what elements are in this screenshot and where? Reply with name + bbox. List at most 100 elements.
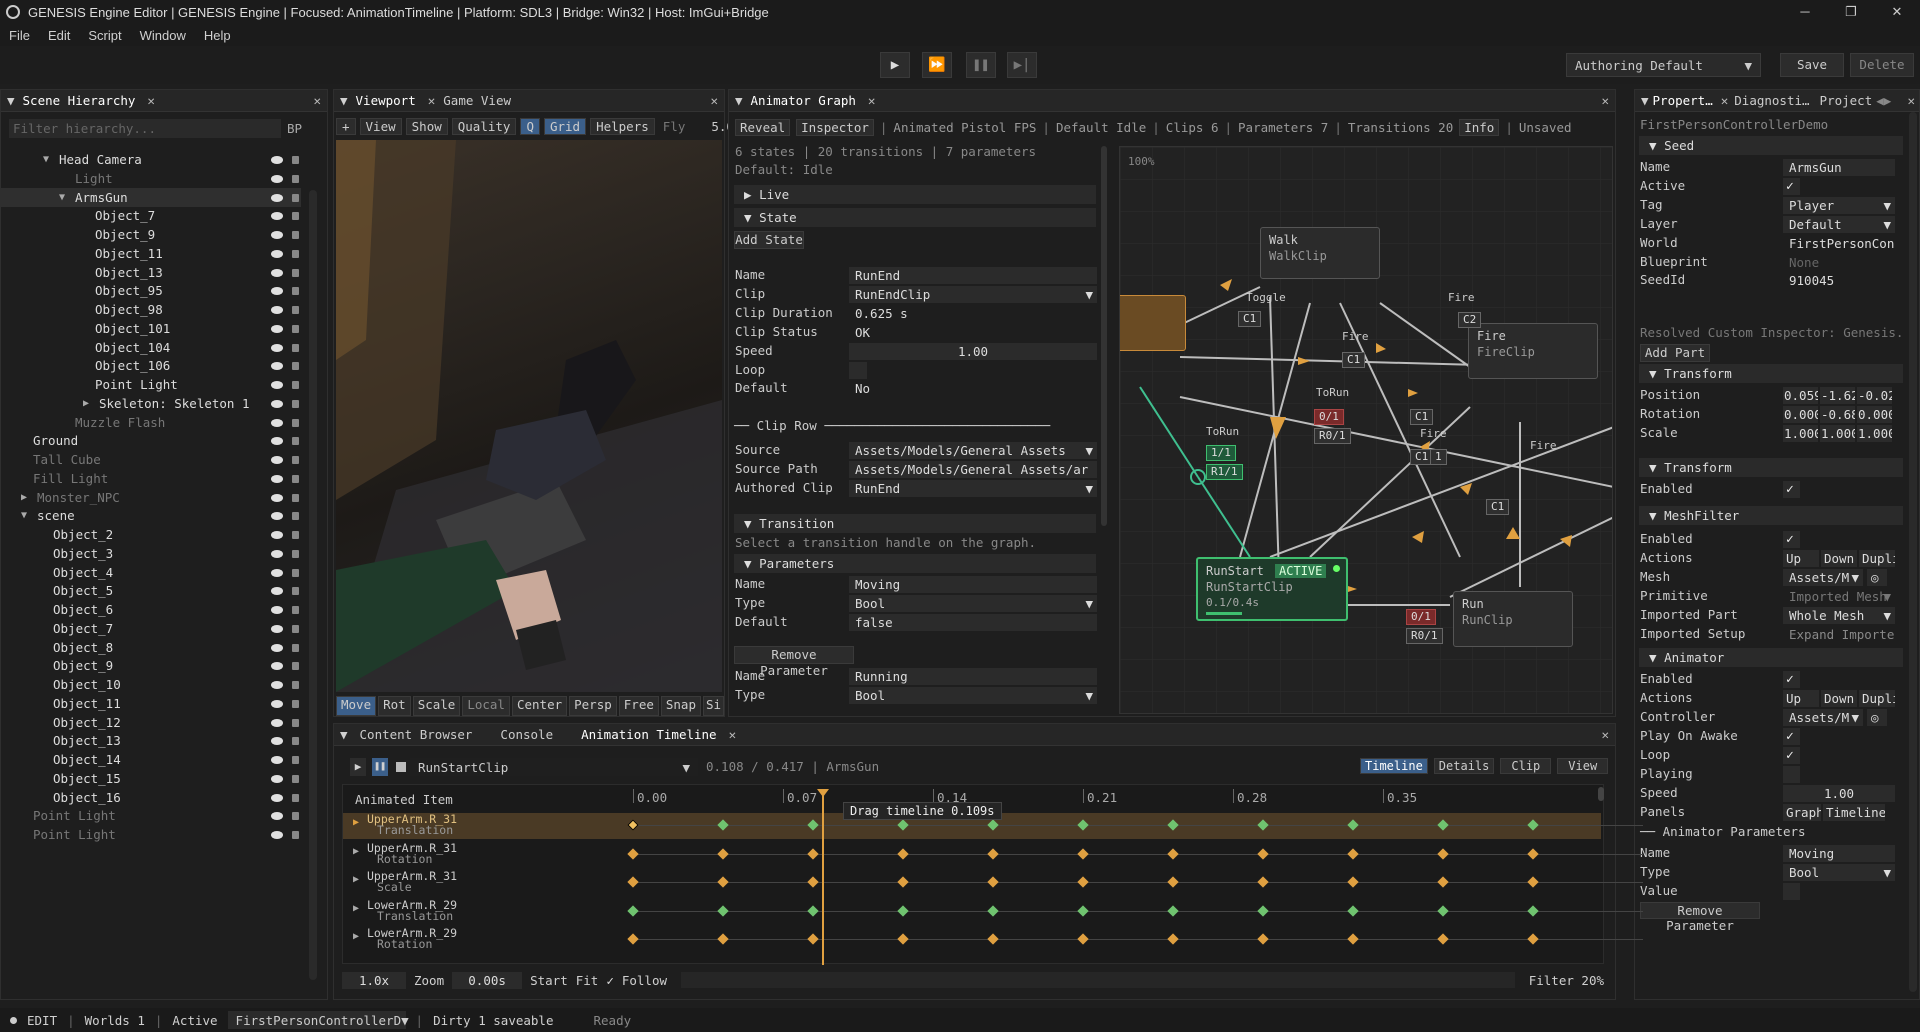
controller-dropdown[interactable]: Assets/M ▼ — [1783, 709, 1863, 726]
eye-icon[interactable] — [271, 531, 283, 539]
properties-scrollbar[interactable] — [1909, 112, 1917, 992]
keyframe-diamond[interactable] — [627, 933, 639, 945]
property-value[interactable]: ArmsGun — [1783, 159, 1895, 176]
tree-toggle-icon[interactable]: ▼ — [43, 150, 49, 169]
mesh-action-button[interactable]: Down — [1821, 550, 1857, 567]
mesh-dropdown[interactable]: Assets/M ▼ — [1783, 569, 1863, 586]
eye-icon[interactable] — [271, 831, 283, 839]
collapse-icon[interactable]: ▼ — [735, 93, 743, 108]
transform-section[interactable]: ▼ Transform — [1639, 364, 1903, 383]
stop-icon[interactable] — [396, 762, 406, 772]
eye-icon[interactable] — [271, 756, 283, 764]
param-value-checkbox[interactable] — [1783, 883, 1800, 900]
condition-badge[interactable]: C1 — [1486, 499, 1510, 515]
hierarchy-item[interactable]: Object_106 — [1, 356, 301, 375]
si-toggle[interactable]: Si — [702, 696, 725, 716]
eye-icon[interactable] — [271, 512, 283, 521]
keyframe-diamond[interactable] — [1257, 876, 1269, 888]
lock-icon[interactable] — [292, 268, 299, 277]
condition-badge[interactable]: 1 — [1430, 449, 1447, 465]
eye-icon[interactable] — [271, 231, 283, 239]
eye-icon[interactable] — [271, 493, 283, 502]
eye-icon[interactable] — [271, 287, 283, 296]
clips-count[interactable]: Clips 6 — [1166, 120, 1219, 135]
hierarchy-scrollbar[interactable] — [309, 190, 317, 980]
expand-imported-button[interactable]: Expand Imported — [1783, 626, 1895, 643]
keyframe-diamond[interactable] — [1257, 819, 1269, 831]
lock-icon[interactable] — [292, 756, 299, 764]
hierarchy-item[interactable]: Object_101 — [1, 319, 301, 338]
loop-checkbox[interactable] — [849, 361, 867, 379]
eye-icon[interactable] — [271, 437, 283, 446]
animator-section[interactable]: ▼ Animator — [1639, 648, 1903, 667]
transform-scale-field[interactable]: 1.000 — [1783, 425, 1818, 442]
field-value[interactable]: OK — [849, 324, 1097, 341]
lock-icon[interactable] — [292, 493, 299, 502]
idle-state-node[interactable] — [1120, 295, 1186, 351]
lock-icon[interactable] — [292, 718, 299, 727]
pause-button[interactable]: ❚❚ — [966, 52, 996, 78]
keyframe-diamond[interactable] — [1257, 904, 1269, 917]
close-panel-icon[interactable]: ✕ — [1601, 93, 1609, 108]
tab-scene-hierarchy[interactable]: Scene Hierarchy — [15, 93, 144, 108]
close-tab-icon[interactable]: ✕ — [147, 93, 155, 108]
lock-icon[interactable] — [292, 249, 299, 258]
inspector-scrollbar[interactable] — [1101, 146, 1107, 526]
playhead-handle-icon[interactable] — [817, 789, 829, 797]
field-value[interactable]: Running — [849, 668, 1097, 685]
lock-icon[interactable] — [292, 587, 299, 596]
eye-icon[interactable] — [271, 193, 283, 202]
center-toggle[interactable]: Center — [511, 696, 568, 716]
close-tab-icon[interactable]: ✕ — [729, 727, 737, 742]
hierarchy-item[interactable]: Object_11 — [1, 244, 301, 263]
view-tab-clip[interactable]: Clip — [1500, 758, 1552, 774]
mesh-picker-icon[interactable]: ◎ — [1867, 569, 1887, 586]
play-on-awake-checkbox[interactable] — [1783, 728, 1800, 745]
eye-icon[interactable] — [271, 549, 283, 558]
transform-rotation-field[interactable]: -0.68 — [1820, 406, 1855, 423]
transition-section[interactable]: ▼ Transition — [734, 514, 1096, 533]
keyframe-diamond[interactable] — [897, 847, 909, 860]
lock-icon[interactable] — [292, 306, 299, 314]
add-part-button[interactable]: Add Part — [1640, 344, 1710, 362]
field-value[interactable]: false — [849, 613, 1097, 631]
keyframe-diamond[interactable] — [627, 847, 639, 860]
eye-icon[interactable] — [271, 156, 283, 164]
lock-icon[interactable] — [292, 212, 299, 221]
tree-toggle-icon[interactable]: ▶ — [21, 488, 27, 507]
keyframe-diamond[interactable] — [1167, 847, 1179, 860]
info-button[interactable]: Info — [1459, 118, 1500, 136]
field-value[interactable]: 0.625 s — [849, 305, 1097, 322]
keyframe-diamond[interactable] — [1167, 933, 1179, 945]
lock-icon[interactable] — [292, 381, 299, 389]
eye-icon[interactable] — [271, 643, 283, 652]
lock-icon[interactable] — [292, 774, 299, 783]
hierarchy-item[interactable]: Object_9 — [1, 225, 301, 244]
lock-icon[interactable] — [292, 193, 299, 202]
close-panel-icon[interactable]: ✕ — [1907, 93, 1915, 108]
keyframe-diamond[interactable] — [1527, 933, 1539, 945]
keyframe-diamond[interactable] — [717, 904, 729, 917]
transform-rotation-field[interactable]: 0.000 — [1783, 406, 1818, 423]
hierarchy-item[interactable]: Object_95 — [1, 281, 301, 300]
tree-toggle-icon[interactable]: ▶ — [83, 394, 89, 413]
keyframe-diamond[interactable] — [897, 819, 909, 831]
primitive-dropdown[interactable]: Imported Mesh ▼ — [1783, 588, 1895, 605]
hierarchy-item[interactable]: Point Light — [1, 825, 301, 844]
condition-badge[interactable]: R0/1 — [1314, 428, 1351, 444]
menu-script[interactable]: Script — [79, 28, 130, 43]
viewport-render[interactable] — [336, 140, 722, 692]
meshfilter-enabled-checkbox[interactable] — [1783, 531, 1800, 548]
close-window-button[interactable]: ✕ — [1874, 0, 1920, 24]
hierarchy-item[interactable]: Object_5 — [1, 581, 301, 600]
lock-icon[interactable] — [292, 362, 299, 371]
keyframe-diamond[interactable] — [1347, 904, 1359, 917]
seed-section[interactable]: ▼ Seed — [1639, 136, 1903, 155]
timeline-scrollbar[interactable] — [1598, 787, 1604, 801]
keyframe-diamond[interactable] — [717, 933, 729, 945]
delete-button[interactable]: Delete — [1850, 53, 1914, 77]
view-tab-details[interactable]: Details — [1433, 758, 1495, 774]
lock-icon[interactable] — [292, 568, 299, 577]
save-button[interactable]: Save — [1780, 53, 1844, 77]
playhead[interactable] — [822, 793, 824, 965]
